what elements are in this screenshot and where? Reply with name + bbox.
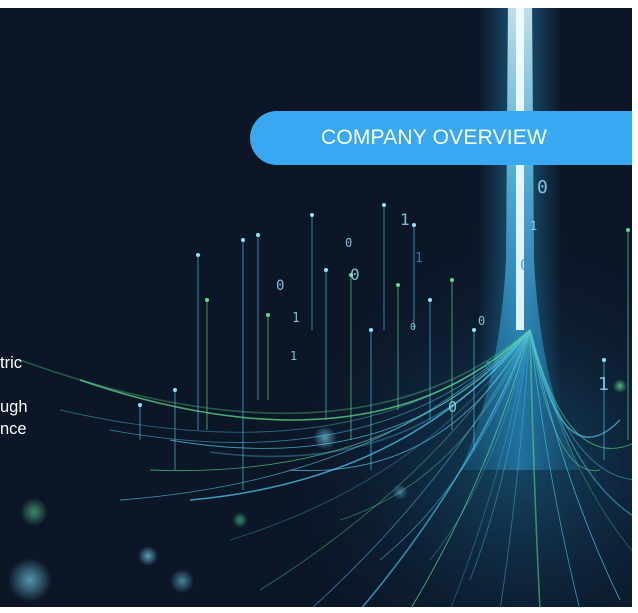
stalk-dot [266,313,270,317]
binary-digit: 1 [598,374,609,395]
stalk-dot [396,283,400,287]
stalk-dot [241,238,245,242]
bokeh-light [20,498,48,526]
slide-edge-top [0,0,638,8]
body-text: tric ugh nce [0,352,110,440]
stalk-dot [602,358,606,362]
binary-digit: 0 [345,236,352,250]
section-banner-label: COMPANY OVERVIEW [320,126,548,149]
section-banner: COMPANY OVERVIEW [250,111,632,165]
bokeh-light [170,569,194,593]
binary-digit: 0 [448,398,457,416]
stalk-dot [472,328,476,332]
binary-digit: 0 [485,359,492,373]
binary-digit: 0 [276,278,284,294]
stalk-dot [205,298,209,302]
bokeh-light [232,512,248,528]
stalk-dot [138,403,142,407]
stalk-dot [626,228,630,232]
binary-digit: 1 [415,251,423,266]
stalk-dot [256,233,260,237]
binary-digit: 0 [478,314,485,328]
stalk-dot [173,388,177,392]
body-text-line: nce [0,420,27,438]
bokeh-light [392,484,408,500]
binary-digit: 0 [520,256,529,274]
stalk-dot [324,268,328,272]
binary-digit: 1 [290,349,297,363]
binary-digit: 1 [530,219,537,233]
stalk-dot [412,223,416,227]
stalk-dot [196,253,200,257]
bokeh-light [313,426,337,450]
binary-digit: 0 [537,177,548,198]
body-text-spacer [0,374,110,396]
bokeh-light [613,379,627,393]
stalk-dot [428,298,432,302]
stalk-dot [369,328,373,332]
stalk-dot [310,213,314,217]
binary-digit: 0 [410,322,416,333]
bokeh-light [138,546,158,566]
binary-digit: 1 [292,311,300,326]
body-text-line: tric [0,354,22,372]
binary-digit: 0 [350,265,360,284]
stalk-dot [382,203,386,207]
stalk-dot [450,278,454,282]
body-text-line: ugh [0,398,28,416]
data-stream-graphic: 0 1 0 1 0 0 1 0 0 1 0 0 1 0 1 [0,0,638,613]
hero-slide: 0 1 0 1 0 0 1 0 0 1 0 0 1 0 1 COMPANY OVERVIEW tric ug… [0,0,638,613]
slide-edge-bottom [0,607,638,613]
slide-edge-right [632,0,638,613]
binary-digit: 1 [400,210,410,229]
bokeh-light [8,558,52,602]
